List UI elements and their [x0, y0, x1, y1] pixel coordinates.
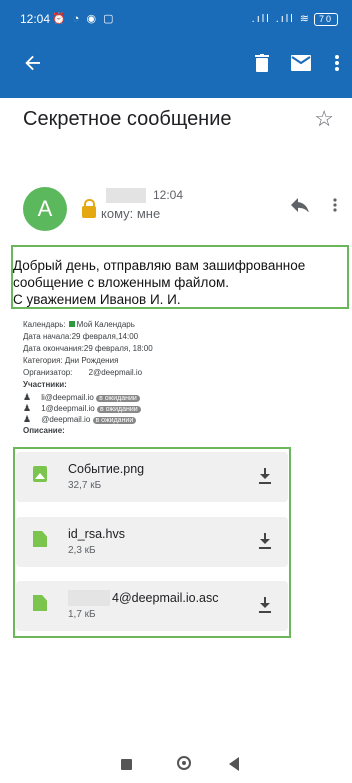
- mail-icon[interactable]: [286, 48, 316, 78]
- message-time: 12:04: [153, 188, 184, 202]
- attachment-size: 32,7 кБ: [68, 480, 102, 491]
- attachment-item[interactable]: Событие.png 32,7 кБ: [16, 452, 288, 502]
- sender-name-redacted: [106, 188, 146, 203]
- attachment-size: 2,3 кБ: [68, 545, 96, 556]
- body-line-2: сообщение с вложенным файлом.: [13, 275, 230, 290]
- status-system-icons: .ıll .ıll ≋ 70: [252, 12, 338, 26]
- battery-icon: 70: [313, 13, 338, 26]
- download-icon[interactable]: [259, 597, 271, 613]
- star-icon[interactable]: ☆: [314, 106, 334, 132]
- participant-status: в ожидании: [92, 417, 137, 424]
- participant-status: в ожидании: [96, 395, 140, 402]
- file-icon: [33, 531, 47, 547]
- participants-label: Участники:: [23, 380, 67, 389]
- download-icon[interactable]: [259, 468, 271, 484]
- participant-email[interactable]: 1@deepmail.io: [41, 404, 94, 413]
- attachment-item[interactable]: 4@deepmail.io.asc 1,7 кБ: [16, 581, 288, 631]
- attachment-name: id_rsa.hvs: [68, 527, 125, 541]
- attachment-name: 4@deepmail.io.asc: [112, 591, 219, 605]
- participant-status: в ожидании: [96, 406, 141, 413]
- person-icon: ♟: [23, 403, 32, 413]
- home-button[interactable]: [177, 756, 191, 770]
- participant-row: ♟ 1@deepmail.io в ожидании: [23, 403, 141, 414]
- person-icon: ♟: [23, 392, 32, 402]
- end-date: Дата окончания:29 февраля, 18:00: [23, 344, 153, 353]
- recents-button[interactable]: [121, 759, 132, 770]
- attachment-item[interactable]: id_rsa.hvs 2,3 кБ: [16, 517, 288, 567]
- start-date: Дата начала:29 февраля,14:00: [23, 332, 139, 341]
- attachment-name: Событие.png: [68, 462, 145, 476]
- arrow-left-icon[interactable]: [18, 48, 48, 78]
- attachment-size: 1,7 кБ: [68, 609, 96, 620]
- more-vert-icon[interactable]: [322, 48, 352, 78]
- signal-wifi-icons: .ıll .ıll ≋: [251, 13, 311, 25]
- body-line-3: С уважением Иванов И. И.: [13, 292, 181, 307]
- participant-email[interactable]: @deepmail.io: [41, 415, 90, 424]
- reply-icon[interactable]: [291, 196, 309, 217]
- calendar-value: Мой Календарь: [76, 320, 135, 329]
- description-label: Описание:: [23, 426, 65, 435]
- status-time: 12:04: [20, 12, 51, 26]
- status-notification-icons: ⏰ ◔ ◉ ▢: [52, 13, 116, 25]
- image-icon: [33, 466, 47, 482]
- participant-row: ♟ @deepmail.io в ожидании: [23, 414, 137, 425]
- organizer-label: Организатор:: [23, 368, 73, 377]
- recipient-label[interactable]: кому: мне: [101, 206, 160, 221]
- status-bar: 12:04 ⏰ ◔ ◉ ▢ .ıll .ıll ≋ 70: [0, 0, 352, 36]
- sender-avatar[interactable]: A: [23, 187, 67, 231]
- participant-row: ♟ li@deepmail.io в ожидании: [23, 392, 140, 403]
- person-icon: ♟: [23, 414, 32, 424]
- category: Категория: Дни Рождения: [23, 356, 119, 365]
- organizer-email[interactable]: 2@deepmail.io: [89, 368, 142, 377]
- file-icon: [33, 595, 47, 611]
- body-line-1: Добрый день, отправляю вам зашифрованное: [13, 258, 306, 273]
- message-subject: Секретное сообщение: [23, 108, 232, 130]
- back-button[interactable]: [229, 757, 239, 771]
- message-more-icon[interactable]: [333, 196, 337, 217]
- participant-email[interactable]: li@deepmail.io: [41, 393, 94, 402]
- organizer-row: Организатор: 2@deepmail.io: [23, 368, 142, 377]
- calendar-color-icon: [68, 321, 75, 327]
- calendar-row: Календарь: Мой Календарь: [23, 320, 135, 329]
- download-icon[interactable]: [259, 533, 271, 549]
- calendar-label: Календарь:: [23, 320, 66, 329]
- trash-icon[interactable]: [247, 48, 277, 78]
- attachment-name-redacted: [68, 590, 110, 606]
- lock-icon: [82, 199, 96, 218]
